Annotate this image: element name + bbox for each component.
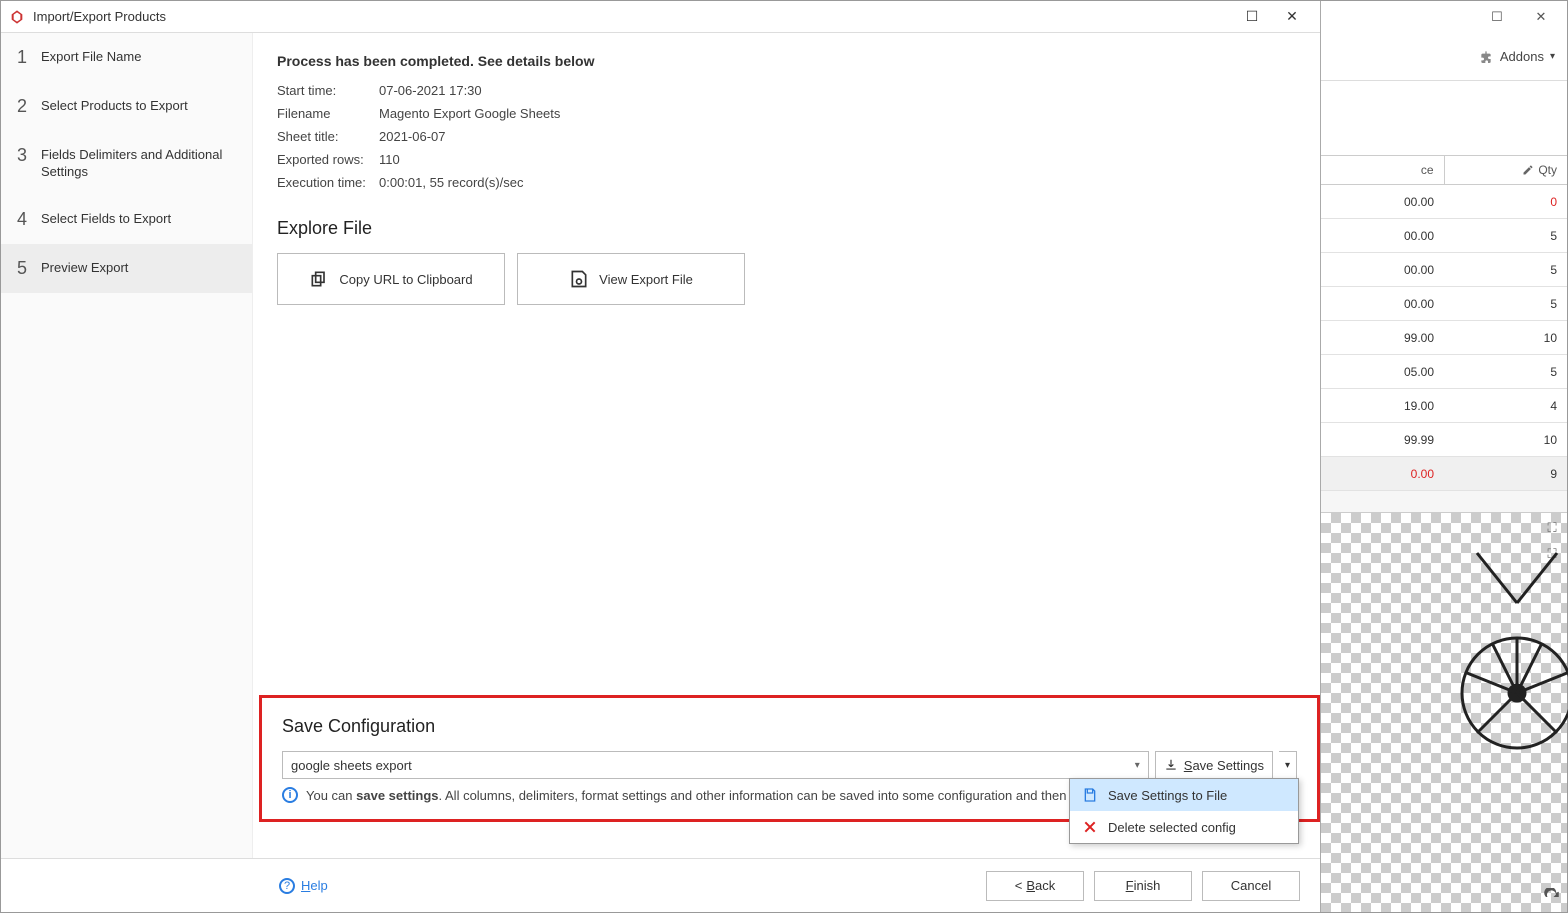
save-configuration-section: Save Configuration google sheets export …	[259, 695, 1320, 822]
info-icon: i	[282, 787, 298, 803]
bg-close-button[interactable]: ✕	[1523, 4, 1559, 30]
help-icon: ?	[279, 878, 295, 894]
bg-table-header: ce Qty	[1321, 155, 1567, 185]
cancel-button[interactable]: Cancel	[1202, 871, 1300, 901]
bg-table-footer	[1321, 491, 1567, 513]
view-export-button[interactable]: View Export File	[517, 253, 745, 305]
save-file-icon	[1082, 787, 1098, 803]
maximize-button[interactable]: ☐	[1232, 3, 1272, 31]
product-image	[1457, 543, 1568, 763]
copy-url-button[interactable]: Copy URL to Clipboard	[277, 253, 505, 305]
app-icon	[9, 9, 25, 25]
expand-icon-1[interactable]: ⛶	[1543, 519, 1561, 537]
table-row[interactable]: 00.000	[1321, 185, 1567, 219]
delete-icon	[1082, 819, 1098, 835]
puzzle-icon	[1478, 49, 1494, 65]
save-config-title: Save Configuration	[282, 716, 1297, 737]
table-row[interactable]: 05.005	[1321, 355, 1567, 389]
pencil-icon	[1522, 164, 1534, 176]
addons-button[interactable]: Addons ▾	[1478, 49, 1555, 65]
menu-save-to-file[interactable]: Save Settings to File	[1070, 779, 1298, 811]
help-link[interactable]: ? Help	[279, 878, 328, 894]
table-row[interactable]: 19.004	[1321, 389, 1567, 423]
table-row[interactable]: 00.005	[1321, 287, 1567, 321]
copy-icon	[309, 269, 329, 289]
col-qty[interactable]: Qty	[1444, 156, 1568, 184]
menu-delete-config[interactable]: Delete selected config	[1070, 811, 1298, 843]
background-window: ☐ ✕ Addons ▾ ce Qty 00.00000.00500.00500…	[1321, 1, 1567, 912]
col-price[interactable]: ce	[1321, 156, 1444, 184]
download-icon	[1164, 758, 1178, 772]
dialog-titlebar: Import/Export Products ☐ ✕	[1, 1, 1320, 33]
explore-file-title: Explore File	[277, 218, 1296, 239]
table-row[interactable]: 0.009	[1321, 457, 1567, 491]
table-row[interactable]: 00.005	[1321, 253, 1567, 287]
import-export-dialog: Import/Export Products ☐ ✕ 1 Export File…	[1, 1, 1321, 912]
step-delimiters[interactable]: 3 Fields Delimiters and Additional Setti…	[1, 131, 252, 195]
save-settings-button[interactable]: Save Settings	[1155, 751, 1273, 779]
back-button[interactable]: < Back	[986, 871, 1084, 901]
step-preview-export[interactable]: 5 Preview Export	[1, 244, 252, 293]
save-settings-dropdown-button[interactable]: ▾	[1279, 751, 1297, 779]
bg-table-rows: 00.00000.00500.00500.00599.001005.00519.…	[1321, 185, 1567, 491]
step-export-file-name[interactable]: 1 Export File Name	[1, 33, 252, 82]
view-file-icon	[569, 269, 589, 289]
table-row[interactable]: 00.005	[1321, 219, 1567, 253]
close-button[interactable]: ✕	[1272, 3, 1312, 31]
dialog-footer: ? Help < Back Finish Cancel	[1, 858, 1320, 912]
bg-maximize-button[interactable]: ☐	[1479, 4, 1515, 30]
save-settings-dropdown-menu: Save Settings to File Delete selected co…	[1069, 778, 1299, 844]
table-row[interactable]: 99.0010	[1321, 321, 1567, 355]
process-title: Process has been completed. See details …	[277, 53, 1296, 69]
process-info: Start time:07-06-2021 17:30 FilenameMage…	[277, 79, 1296, 194]
finish-button[interactable]: Finish	[1094, 871, 1192, 901]
image-preview-area: ⛶ ⛶	[1321, 513, 1567, 912]
config-name-input[interactable]: google sheets export	[282, 751, 1149, 779]
step-select-products[interactable]: 2 Select Products to Export	[1, 82, 252, 131]
refresh-icon[interactable]	[1543, 888, 1561, 906]
dialog-title: Import/Export Products	[33, 9, 1232, 24]
table-row[interactable]: 99.9910	[1321, 423, 1567, 457]
wizard-steps: 1 Export File Name 2 Select Products to …	[1, 33, 253, 858]
step-select-fields[interactable]: 4 Select Fields to Export	[1, 195, 252, 244]
